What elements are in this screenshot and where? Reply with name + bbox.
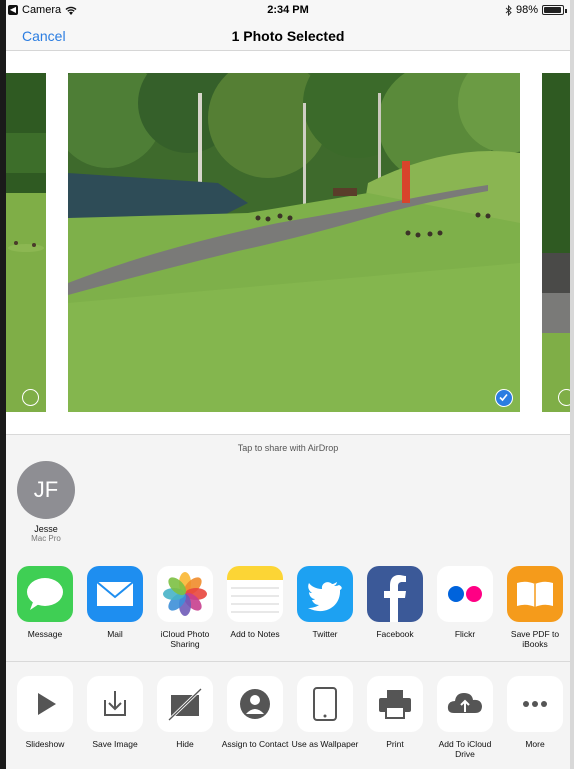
- photo-thumbnail-next[interactable]: [542, 73, 570, 412]
- slideshow-button[interactable]: Slideshow: [10, 676, 80, 749]
- play-icon: [17, 676, 73, 732]
- share-mail-button[interactable]: Mail: [80, 566, 150, 639]
- ibooks-icon: [507, 566, 563, 622]
- contact-name: Jesse: [34, 524, 58, 534]
- select-circle-icon[interactable]: [22, 389, 39, 406]
- page-title: 1 Photo Selected: [231, 28, 345, 44]
- photo-carousel[interactable]: [6, 51, 570, 434]
- more-icon: [507, 676, 563, 732]
- print-icon: [367, 676, 423, 732]
- hide-button[interactable]: Hide: [150, 676, 220, 749]
- add-to-icloud-drive-button[interactable]: Add To iCloud Drive: [430, 676, 500, 759]
- hide-icon: [157, 676, 213, 732]
- share-flickr-button[interactable]: Flickr: [430, 566, 500, 639]
- mail-icon: [87, 566, 143, 622]
- navigation-bar: Cancel 1 Photo Selected: [6, 20, 570, 51]
- checkmark-icon[interactable]: [495, 389, 513, 407]
- facebook-icon: [367, 566, 423, 622]
- save-image-button[interactable]: Save Image: [80, 676, 150, 749]
- share-message-button[interactable]: Message: [10, 566, 80, 639]
- share-notes-button[interactable]: Add to Notes: [220, 566, 290, 639]
- photos-icon: [157, 566, 213, 622]
- avatar: JF: [17, 461, 75, 519]
- save-image-icon: [87, 676, 143, 732]
- flickr-icon: [437, 566, 493, 622]
- airdrop-section: Tap to share with AirDrop JF Jesse Mac P…: [6, 434, 570, 552]
- more-button[interactable]: More: [500, 676, 570, 749]
- photo-thumbnail-previous[interactable]: [6, 73, 46, 412]
- airdrop-contact[interactable]: JF Jesse Mac Pro: [16, 461, 76, 543]
- airdrop-hint: Tap to share with AirDrop: [237, 443, 339, 453]
- device-frame-right: [570, 0, 574, 769]
- share-icloud-photo-sharing-button[interactable]: iCloud Photo Sharing: [150, 566, 220, 649]
- share-apps-row: Message Mail iCloud Photo Sharing Add to…: [6, 551, 570, 662]
- use-as-wallpaper-button[interactable]: Use as Wallpaper: [290, 676, 360, 749]
- battery-icon: [542, 5, 567, 15]
- share-actions-row: Slideshow Save Image Hide Assign to Cont…: [6, 662, 570, 769]
- share-facebook-button[interactable]: Facebook: [360, 566, 430, 639]
- battery-percent: 98%: [515, 4, 538, 16]
- bluetooth-icon: [505, 4, 512, 16]
- wallpaper-icon: [297, 676, 353, 732]
- assign-to-contact-button[interactable]: Assign to Contact: [220, 676, 290, 749]
- notes-icon: [227, 566, 283, 622]
- messages-icon: [17, 566, 73, 622]
- status-time: 2:34 PM: [267, 4, 309, 16]
- twitter-icon: [297, 566, 353, 622]
- share-twitter-button[interactable]: Twitter: [290, 566, 360, 639]
- share-ibooks-button[interactable]: Save PDF to iBooks: [500, 566, 570, 649]
- status-bar: ◀ Camera 2:34 PM 98%: [6, 0, 570, 20]
- icloud-upload-icon: [437, 676, 493, 732]
- contact-icon: [227, 676, 283, 732]
- photo-selected[interactable]: [68, 73, 520, 412]
- print-button[interactable]: Print: [360, 676, 430, 749]
- contact-device: Mac Pro: [31, 534, 61, 543]
- select-circle-icon[interactable]: [558, 389, 570, 406]
